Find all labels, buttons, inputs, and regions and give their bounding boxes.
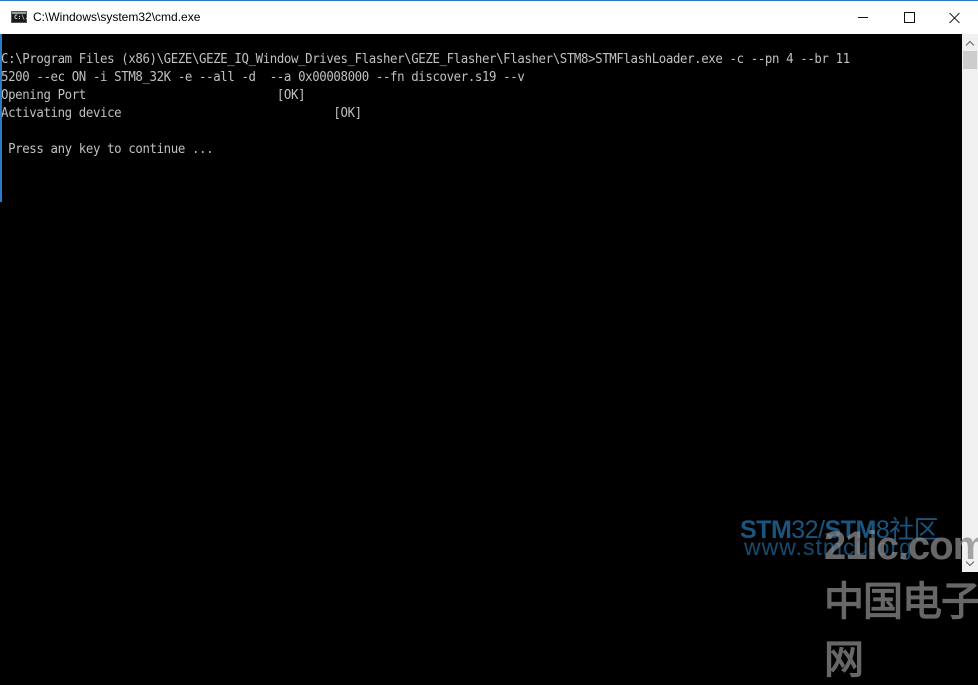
console-line-command: C:\Program Files (x86)\GEZE\GEZE_IQ_Wind… (1, 52, 850, 67)
chevron-up-icon[interactable] (962, 34, 978, 51)
vertical-scrollbar[interactable] (962, 34, 978, 572)
console-line-command-cont: 5200 --ec ON -i STM8_32K -e --all -d --a… (1, 70, 525, 85)
maximize-icon (903, 12, 915, 23)
console-output[interactable]: C:\Program Files (x86)\GEZE\GEZE_IQ_Wind… (1, 34, 962, 572)
cmd-icon[interactable]: C:\. (11, 11, 28, 23)
console-line-press-any-key: Press any key to continue ... (1, 142, 214, 157)
chevron-down-icon[interactable] (962, 555, 978, 572)
console-line-opening-port: Opening Port [OK] (1, 88, 306, 103)
minimize-icon (858, 17, 868, 18)
close-icon (949, 12, 961, 24)
window-border (0, 34, 2, 202)
window-title: C:\Windows\system32\cmd.exe (33, 10, 201, 24)
scroll-thumb[interactable] (963, 51, 977, 69)
minimize-button[interactable] (840, 1, 886, 34)
title-bar[interactable]: C:\. C:\Windows\system32\cmd.exe (0, 0, 978, 34)
close-button[interactable] (932, 1, 978, 34)
maximize-button[interactable] (886, 1, 932, 34)
console-line-activating-device: Activating device [OK] (1, 106, 362, 121)
